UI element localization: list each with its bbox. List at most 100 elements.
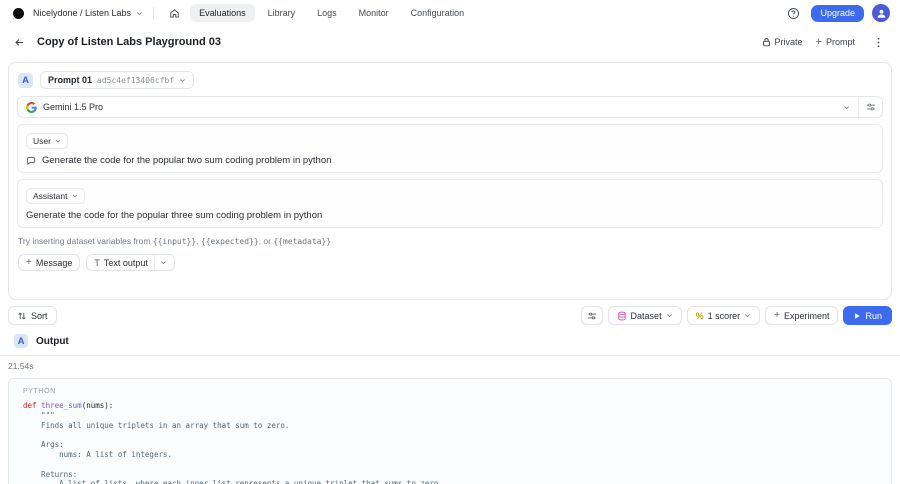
model-settings-button[interactable]	[858, 97, 882, 117]
page-header: Copy of Listen Labs Playground 03 Privat…	[0, 26, 900, 56]
assistant-message-text[interactable]: Generate the code for the popular three …	[26, 210, 322, 221]
page-title: Copy of Listen Labs Playground 03	[37, 36, 221, 48]
tab-configuration[interactable]: Configuration	[402, 4, 474, 22]
code-line: Returns:	[23, 469, 78, 479]
output-title: Output	[36, 335, 69, 347]
prompt-selector[interactable]: Prompt 01 ad5c4ef13406cfbf	[40, 71, 195, 89]
prompt-id: ad5c4ef13406cfbf	[97, 75, 175, 85]
var-metadata: {{metadata}}	[273, 237, 332, 246]
add-message-label: Message	[35, 257, 73, 268]
experiment-label: Experiment	[783, 310, 830, 321]
chevron-down-icon	[55, 138, 61, 144]
nav-left: Nicelydone / Listen Labs Evaluations Lib…	[13, 3, 473, 23]
percent-icon: %	[695, 310, 704, 321]
plus-icon: +	[774, 310, 780, 321]
model-row: Gemini 1.5 Pro	[17, 96, 883, 118]
output-type-label: Text output	[103, 257, 148, 268]
nav-divider	[153, 6, 155, 20]
prompt-name: Prompt 01	[48, 75, 93, 85]
output-code-block[interactable]: PYTHON def three_sum(nums): """ Finds al…	[8, 378, 892, 484]
dataset-variables-hint: Try inserting dataset variables from {{i…	[18, 236, 883, 246]
add-prompt-label: Prompt	[825, 37, 855, 47]
chat-bubble-icon	[26, 156, 36, 166]
sort-button[interactable]: Sort	[8, 306, 57, 325]
layout-settings-button[interactable]	[580, 306, 603, 325]
code-line: nums: A list of integers.	[23, 449, 173, 459]
nav-right: Upgrade	[783, 3, 890, 23]
workspace-name: Nicelydone / Listen Labs	[33, 8, 132, 18]
chevron-down-icon	[179, 77, 186, 84]
play-icon	[853, 312, 861, 320]
var-input: {{input}}	[152, 237, 197, 246]
user-role-selector[interactable]: User	[26, 133, 68, 149]
sliders-icon	[587, 311, 597, 321]
run-label: Run	[865, 310, 882, 321]
home-button[interactable]	[164, 3, 184, 23]
chevron-down-icon	[136, 10, 143, 17]
toolbar-right: Dataset % 1 scorer + Experiment Run	[580, 306, 892, 325]
code-line: Finds all unique triplets in an array th…	[23, 420, 290, 430]
assistant-message-line: Generate the code for the popular three …	[26, 210, 874, 221]
hint-prefix: Try inserting dataset variables from	[18, 236, 153, 246]
model-name: Gemini 1.5 Pro	[43, 102, 104, 112]
chevron-down-icon	[666, 312, 673, 319]
sort-icon	[17, 311, 27, 321]
plus-icon: +	[26, 256, 32, 268]
model-selector[interactable]: Gemini 1.5 Pro	[18, 97, 858, 117]
output-badge: A	[14, 334, 28, 348]
text-type-icon: T	[94, 257, 100, 268]
dataset-label: Dataset	[630, 310, 662, 321]
sliders-icon	[866, 102, 876, 112]
user-message-text[interactable]: Generate the code for the popular two su…	[42, 155, 331, 166]
app-logo-icon[interactable]	[13, 7, 24, 19]
assistant-message-block[interactable]: Assistant Generate the code for the popu…	[17, 179, 883, 228]
message-actions-row: + Message T Text output	[18, 254, 883, 271]
code-line: Args:	[23, 440, 64, 450]
privacy-button[interactable]: Private	[762, 37, 803, 47]
sort-label: Sort	[31, 310, 48, 321]
experiment-button[interactable]: + Experiment	[765, 306, 839, 325]
lock-icon	[762, 37, 771, 47]
prompt-badge: A	[18, 72, 33, 88]
back-button[interactable]	[10, 33, 28, 51]
plus-icon: +	[815, 36, 822, 48]
home-icon	[169, 8, 180, 19]
chevron-down-icon	[72, 193, 78, 199]
add-message-button[interactable]: + Message	[18, 254, 81, 271]
tab-library[interactable]: Library	[259, 4, 305, 22]
chevron-down-icon	[843, 104, 850, 111]
workspace-switcher[interactable]: Nicelydone / Listen Labs	[33, 8, 143, 18]
assistant-role-selector[interactable]: Assistant	[26, 188, 85, 204]
dataset-button[interactable]: Dataset	[607, 306, 682, 325]
help-button[interactable]	[783, 3, 803, 23]
privacy-label: Private	[774, 37, 803, 47]
title-left: Copy of Listen Labs Playground 03	[10, 33, 221, 51]
user-message-line: Generate the code for the popular two su…	[26, 155, 874, 166]
run-button[interactable]: Run	[843, 306, 892, 325]
tab-logs[interactable]: Logs	[308, 4, 346, 22]
code-line: A list of lists, where each inner list r…	[23, 479, 443, 484]
playground-toolbar: Sort Dataset % 1 scorer + Experiment Run	[8, 306, 892, 325]
tab-evaluations[interactable]: Evaluations	[190, 4, 255, 22]
assistant-role-label: Assistant	[33, 191, 68, 201]
avatar[interactable]	[872, 4, 890, 22]
user-icon	[876, 8, 887, 19]
tab-monitor[interactable]: Monitor	[350, 4, 398, 22]
prompt-card: A Prompt 01 ad5c4ef13406cfbf Gemini 1.5 …	[8, 62, 892, 300]
add-prompt-button[interactable]: + Prompt	[816, 36, 855, 48]
scorer-button[interactable]: % 1 scorer	[686, 306, 761, 325]
output-header: A Output	[0, 334, 900, 356]
chevron-down-icon	[744, 312, 751, 319]
output-type-button[interactable]: T Text output	[86, 254, 175, 271]
prompt-card-header: A Prompt 01 ad5c4ef13406cfbf	[18, 71, 883, 89]
code-lines: def three_sum(nums): """ Finds all uniqu…	[23, 401, 877, 484]
var-expected: {{expected}}	[200, 237, 259, 246]
top-nav: Nicelydone / Listen Labs Evaluations Lib…	[0, 0, 900, 26]
user-message-block[interactable]: User Generate the code for the popular t…	[17, 124, 883, 173]
upgrade-button[interactable]: Upgrade	[811, 4, 864, 22]
code-line: def three_sum(nums):	[23, 401, 114, 410]
code-language-label: PYTHON	[23, 388, 56, 395]
more-options-button[interactable]	[868, 32, 888, 52]
